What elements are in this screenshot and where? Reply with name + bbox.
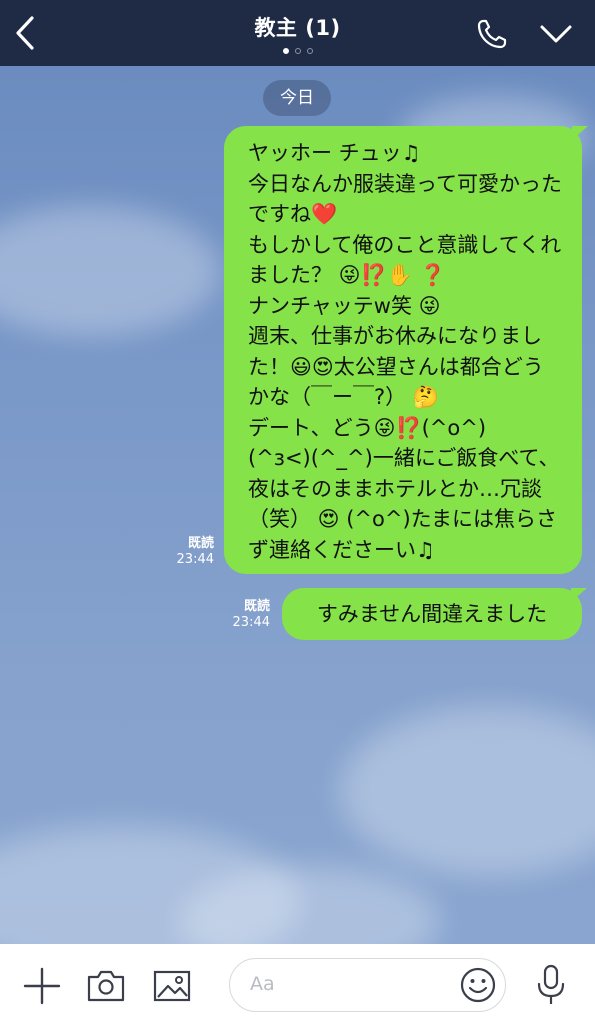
message-bubble[interactable]: ヤッホー チュッ♫ 今日なんか服装違って可愛かったですね❤️ もしかして俺のこと…	[224, 126, 582, 574]
chevron-down-icon	[540, 25, 572, 43]
add-button[interactable]	[22, 966, 62, 1006]
plus-icon	[23, 967, 61, 1005]
page-dot	[294, 48, 301, 54]
image-button[interactable]	[150, 966, 194, 1006]
camera-icon	[87, 970, 125, 1002]
background-cloud	[340, 706, 595, 876]
microphone-icon	[537, 964, 565, 1004]
message-bubble[interactable]: すみません間違えました	[282, 588, 582, 640]
voice-button[interactable]	[532, 962, 570, 1008]
date-separator: 今日	[263, 80, 331, 116]
chat-header: 教主 (1)	[0, 0, 595, 66]
menu-toggle-button[interactable]	[536, 18, 576, 50]
phone-icon	[477, 19, 507, 49]
smile-icon	[460, 967, 496, 1003]
image-icon	[153, 970, 191, 1002]
input-placeholder: Aa	[250, 973, 275, 995]
chat-area[interactable]: 今日 既読 23:44 ヤッホー チュッ♫ 今日なんか服装違って可愛かったですね…	[0, 66, 595, 944]
message-time: 23:44	[232, 615, 270, 630]
background-cloud	[0, 206, 220, 336]
message-time: 23:44	[176, 552, 214, 567]
read-receipt: 既読	[243, 599, 270, 614]
message-meta: 既読 23:44	[162, 536, 214, 568]
bubble-tail	[572, 126, 588, 140]
bubble-tail	[571, 588, 587, 602]
emoji-button[interactable]	[459, 966, 497, 1004]
page-dot	[282, 48, 289, 54]
camera-button[interactable]	[84, 966, 128, 1006]
page-dot	[306, 48, 313, 54]
call-button[interactable]	[474, 16, 510, 52]
read-receipt: 既読	[187, 536, 214, 551]
message-meta: 既読 23:44	[218, 599, 270, 631]
